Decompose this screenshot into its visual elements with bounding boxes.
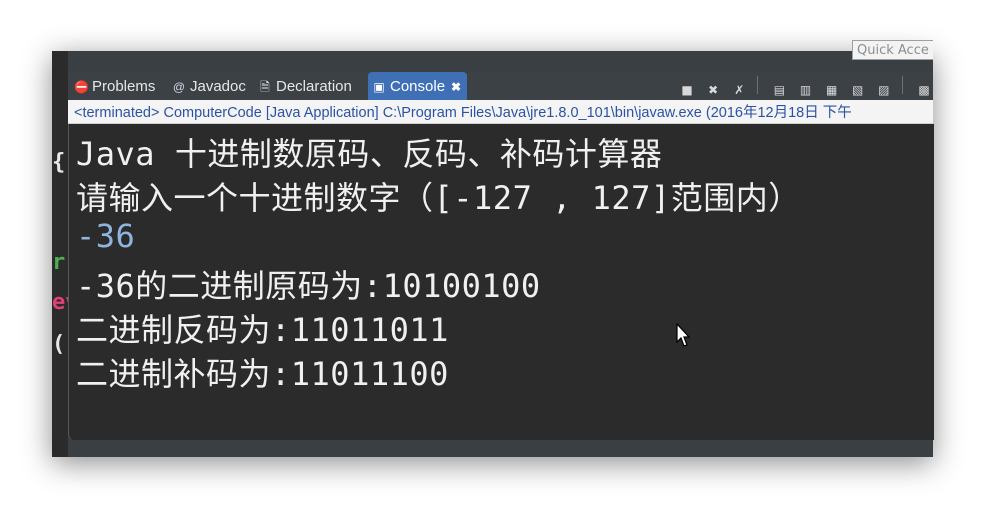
process-status-line: <terminated> ComputerCode [Java Applicat… xyxy=(68,100,933,124)
tab-declaration[interactable]: 🗎 Declaration xyxy=(254,72,352,100)
problems-icon: ⛔ xyxy=(74,80,89,94)
open-console-icon[interactable]: ▩ xyxy=(915,81,933,99)
console-line: Java 十进制数原码、反码、补码计算器 xyxy=(76,135,663,173)
console-line: 请输入一个十进制数字（[-127 , 127]范围内） xyxy=(76,179,801,217)
gutter-brace: { xyxy=(52,150,66,175)
console-line: -36的二进制原码为:10100100 xyxy=(76,267,541,305)
console-user-input: -36 xyxy=(76,217,136,255)
display-selected-console-icon[interactable]: ▨ xyxy=(875,81,893,99)
console-bottom-border xyxy=(68,440,933,457)
gutter-paren: ( xyxy=(52,332,66,357)
remove-launch-icon[interactable]: ✖ xyxy=(704,81,722,99)
terminate-icon[interactable]: ■ xyxy=(678,81,696,99)
tab-label: Javadoc xyxy=(190,78,246,95)
console-toolbar: ■ ✖ ✗ ▤ ▥ ▦ ▧ ▨ ▩ xyxy=(675,76,933,99)
javadoc-icon: @ xyxy=(172,80,186,94)
word-wrap-icon[interactable]: ▦ xyxy=(823,81,841,99)
close-icon[interactable]: ✖ xyxy=(451,80,461,94)
console-icon: ▣ xyxy=(373,80,385,94)
remove-all-icon[interactable]: ✗ xyxy=(730,81,748,99)
mouse-pointer-icon xyxy=(676,323,691,347)
view-tab-bar: ⛔ Problems @ Javadoc 🗎 Declaration ▣ Console… xyxy=(68,72,933,100)
console-line: 二进制补码为:11011100 xyxy=(76,355,449,393)
tab-javadoc[interactable]: @ Javadoc xyxy=(168,72,246,100)
toolbar-separator xyxy=(757,76,759,94)
clear-console-icon[interactable]: ▤ xyxy=(770,81,788,99)
gutter-token: r xyxy=(52,250,66,275)
pin-console-icon[interactable]: ▧ xyxy=(849,81,867,99)
scroll-lock-icon[interactable]: ▥ xyxy=(797,81,815,99)
tab-label: Problems xyxy=(92,78,156,95)
console-output[interactable]: Java 十进制数原码、反码、补码计算器 请输入一个十进制数字（[-127 , … xyxy=(68,124,934,440)
tab-label: Declaration xyxy=(276,78,352,95)
declaration-icon: 🗎 xyxy=(260,80,270,94)
tab-console[interactable]: ▣ Console ✖ xyxy=(368,72,468,100)
toolbar-separator xyxy=(901,76,903,94)
tab-label: Console xyxy=(390,78,446,95)
quick-access-input[interactable]: Quick Acce xyxy=(852,40,933,60)
console-line: 二进制反码为:11011011 xyxy=(76,311,449,349)
tab-problems[interactable]: ⛔ Problems xyxy=(70,72,155,100)
